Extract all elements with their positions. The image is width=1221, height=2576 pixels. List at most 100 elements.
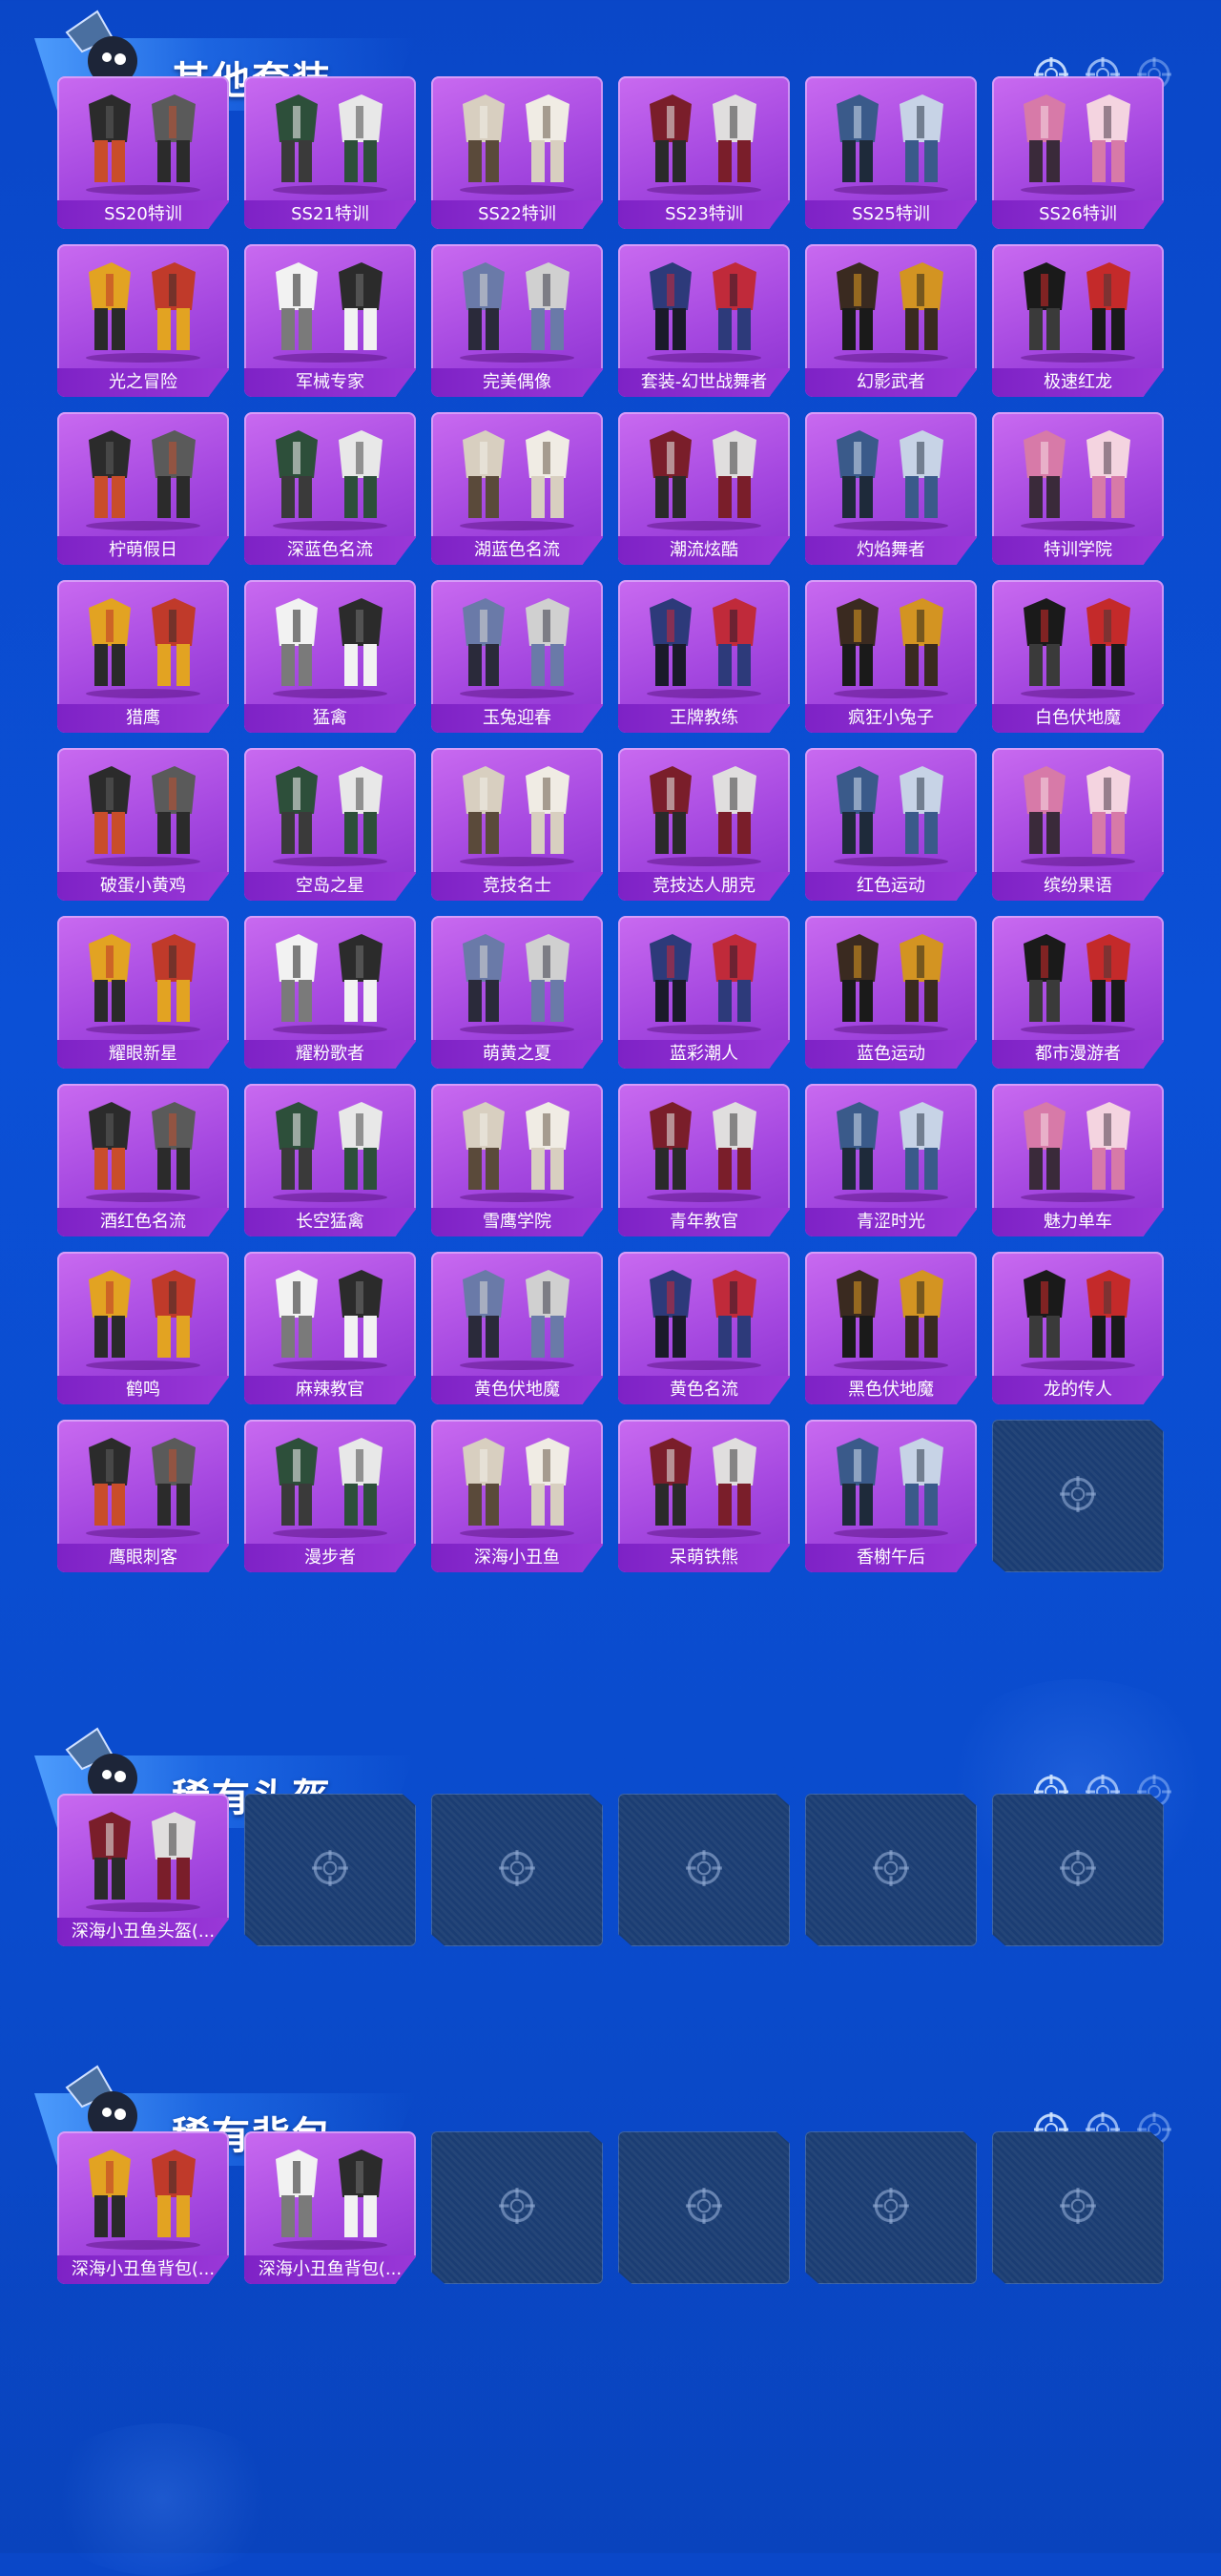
empty-slot <box>805 2131 977 2284</box>
outfit-image <box>805 416 977 534</box>
item-card[interactable]: 萌黄之夏 <box>431 916 603 1069</box>
item-card[interactable]: 王牌教练 <box>618 580 790 733</box>
item-card[interactable]: 蓝彩潮人 <box>618 916 790 1069</box>
item-card[interactable]: 潮流炫酷 <box>618 412 790 565</box>
item-card[interactable]: 青涩时光 <box>805 1084 977 1236</box>
item-card[interactable]: SS21特训 <box>244 76 416 229</box>
item-card[interactable]: SS22特训 <box>431 76 603 229</box>
item-card[interactable]: 酒红色名流 <box>57 1084 229 1236</box>
item-label: 耀粉歌者 <box>244 1040 416 1069</box>
item-card[interactable]: SS26特训 <box>992 76 1164 229</box>
outfit-image <box>805 80 977 198</box>
item-card[interactable]: 都市漫游者 <box>992 916 1164 1069</box>
item-card[interactable]: 猎鹰 <box>57 580 229 733</box>
crosshair-icon <box>684 2186 724 2231</box>
item-card[interactable]: 深海小丑鱼头盔(... <box>57 1794 229 1946</box>
outfit-image <box>805 248 977 366</box>
item-card[interactable]: 长空猛禽 <box>244 1084 416 1236</box>
item-card[interactable]: 玉兔迎春 <box>431 580 603 733</box>
item-card[interactable]: SS25特训 <box>805 76 977 229</box>
item-card[interactable]: 耀粉歌者 <box>244 916 416 1069</box>
item-grid: 深海小丑鱼背包(... 深海小丑鱼背包(... <box>57 2131 1164 2284</box>
item-card[interactable]: 极速红龙 <box>992 244 1164 397</box>
item-card[interactable]: 黑色伏地魔 <box>805 1252 977 1404</box>
crosshair-icon <box>310 1848 350 1893</box>
item-label: 柠萌假日 <box>57 536 229 565</box>
item-card[interactable]: 麻辣教官 <box>244 1252 416 1404</box>
outfit-image <box>618 416 790 534</box>
item-card[interactable]: 深海小丑鱼背包(... <box>57 2131 229 2284</box>
crosshair-icon <box>1058 1848 1098 1893</box>
outfit-image <box>618 80 790 198</box>
item-label: SS20特训 <box>57 200 229 229</box>
item-card[interactable]: 呆萌铁熊 <box>618 1420 790 1572</box>
item-label: 蓝彩潮人 <box>618 1040 790 1069</box>
outfit-image <box>618 920 790 1038</box>
section-3: 稀有背包 深海小丑鱼背包(... <box>0 2055 1221 2284</box>
item-card[interactable]: SS20特训 <box>57 76 229 229</box>
item-card[interactable]: 深海小丑鱼 <box>431 1420 603 1572</box>
item-card[interactable]: 光之冒险 <box>57 244 229 397</box>
item-card[interactable]: 深蓝色名流 <box>244 412 416 565</box>
item-label: 青涩时光 <box>805 1208 977 1236</box>
item-card[interactable]: 套装-幻世战舞者 <box>618 244 790 397</box>
outfit-image <box>244 2135 416 2254</box>
item-card[interactable]: 耀眼新星 <box>57 916 229 1069</box>
outfit-image <box>431 1423 603 1542</box>
item-card[interactable]: 香榭午后 <box>805 1420 977 1572</box>
item-card[interactable]: 军械专家 <box>244 244 416 397</box>
item-label: 黄色名流 <box>618 1376 790 1404</box>
item-card[interactable]: 红色运动 <box>805 748 977 901</box>
item-card[interactable]: 竞技达人朋克 <box>618 748 790 901</box>
item-label: 长空猛禽 <box>244 1208 416 1236</box>
outfit-image <box>431 920 603 1038</box>
item-label: 青年教官 <box>618 1208 790 1236</box>
item-card[interactable]: 魅力单车 <box>992 1084 1164 1236</box>
outfit-image <box>618 1256 790 1374</box>
item-label: 龙的传人 <box>992 1376 1164 1404</box>
item-card[interactable]: 黄色伏地魔 <box>431 1252 603 1404</box>
item-label: 破蛋小黄鸡 <box>57 872 229 901</box>
outfit-image <box>57 1797 229 1916</box>
item-label: 深蓝色名流 <box>244 536 416 565</box>
outfit-image <box>431 752 603 870</box>
item-card[interactable]: 灼焰舞者 <box>805 412 977 565</box>
item-card[interactable]: 雪鹰学院 <box>431 1084 603 1236</box>
item-label: 特训学院 <box>992 536 1164 565</box>
item-label: 耀眼新星 <box>57 1040 229 1069</box>
item-card[interactable]: 特训学院 <box>992 412 1164 565</box>
item-card[interactable]: 疯狂小兔子 <box>805 580 977 733</box>
item-card[interactable]: 黄色名流 <box>618 1252 790 1404</box>
item-label: 雪鹰学院 <box>431 1208 603 1236</box>
outfit-image <box>992 584 1164 702</box>
item-card[interactable]: 白色伏地魔 <box>992 580 1164 733</box>
item-card[interactable]: 柠萌假日 <box>57 412 229 565</box>
item-card[interactable]: 猛禽 <box>244 580 416 733</box>
bg-decoration <box>38 2423 286 2576</box>
item-label: 蓝色运动 <box>805 1040 977 1069</box>
item-card[interactable]: 深海小丑鱼背包(... <box>244 2131 416 2284</box>
item-card[interactable]: 蓝色运动 <box>805 916 977 1069</box>
item-card[interactable]: 漫步者 <box>244 1420 416 1572</box>
item-card[interactable]: 空岛之星 <box>244 748 416 901</box>
item-card[interactable]: 竞技名士 <box>431 748 603 901</box>
outfit-image <box>57 80 229 198</box>
outfit-image <box>618 1423 790 1542</box>
item-card[interactable]: 幻影武者 <box>805 244 977 397</box>
item-label: 都市漫游者 <box>992 1040 1164 1069</box>
outfit-image <box>618 752 790 870</box>
item-card[interactable]: 鹰眼刺客 <box>57 1420 229 1572</box>
item-card[interactable]: 完美偶像 <box>431 244 603 397</box>
item-card[interactable]: 破蛋小黄鸡 <box>57 748 229 901</box>
item-card[interactable]: 湖蓝色名流 <box>431 412 603 565</box>
item-label: 深海小丑鱼背包(... <box>57 2255 229 2284</box>
item-label: 极速红龙 <box>992 368 1164 397</box>
item-card[interactable]: SS23特训 <box>618 76 790 229</box>
item-label: 光之冒险 <box>57 368 229 397</box>
item-card[interactable]: 鹤鸣 <box>57 1252 229 1404</box>
item-card[interactable]: 龙的传人 <box>992 1252 1164 1404</box>
outfit-image <box>431 1088 603 1206</box>
item-card[interactable]: 缤纷果语 <box>992 748 1164 901</box>
item-card[interactable]: 青年教官 <box>618 1084 790 1236</box>
outfit-image <box>618 248 790 366</box>
